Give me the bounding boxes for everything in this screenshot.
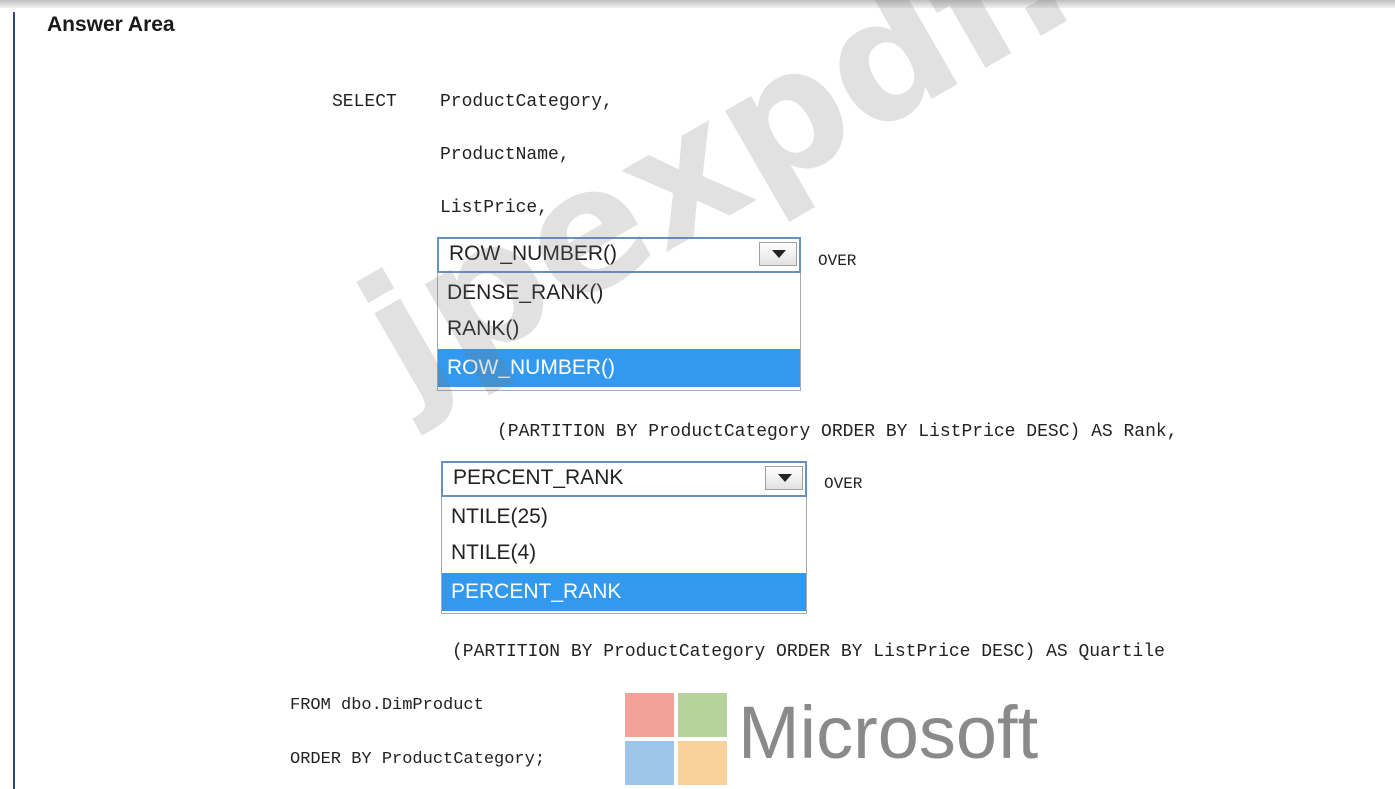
sql-select-keyword: SELECT (332, 92, 397, 112)
dropdown-option-dense-rank[interactable]: DENSE_RANK() (438, 275, 800, 311)
logo-square-blue (625, 741, 674, 785)
sql-over-keyword-1: OVER (818, 252, 857, 270)
answer-area-title: Answer Area (47, 13, 175, 36)
ranking-function-options-list: DENSE_RANK() RANK() ROW_NUMBER() (437, 273, 801, 391)
top-strip (0, 0, 1395, 8)
answer-area-panel (13, 12, 1395, 789)
sql-order-by-clause: ORDER BY ProductCategory; (290, 750, 546, 769)
ranking-function-selected-value: ROW_NUMBER() (449, 242, 617, 265)
microsoft-logo-icon (625, 693, 731, 789)
dropdown-option-row-number[interactable]: ROW_NUMBER() (438, 349, 800, 387)
chevron-down-icon[interactable] (765, 466, 803, 490)
ranking-function-dropdown[interactable]: ROW_NUMBER() DENSE_RANK() RANK() ROW_NUM… (437, 237, 801, 391)
distribution-function-options-list: NTILE(25) NTILE(4) PERCENT_RANK (441, 497, 807, 614)
logo-square-green (678, 693, 727, 737)
dropdown-option-rank[interactable]: RANK() (438, 311, 800, 347)
ranking-function-select[interactable]: ROW_NUMBER() (437, 237, 801, 273)
logo-square-yellow (678, 741, 727, 785)
distribution-function-select[interactable]: PERCENT_RANK (441, 461, 807, 497)
distribution-function-dropdown[interactable]: PERCENT_RANK NTILE(25) NTILE(4) PERCENT_… (441, 461, 807, 614)
sql-col-listprice: ListPrice, (440, 198, 549, 218)
dropdown-option-percent-rank[interactable]: PERCENT_RANK (442, 573, 806, 611)
microsoft-wordmark: Microsoft (738, 691, 1039, 774)
sql-col-productname: ProductName, (440, 145, 570, 165)
sql-from-clause: FROM dbo.DimProduct (290, 696, 484, 715)
sql-col-productcategory: ProductCategory, (440, 92, 613, 112)
sql-partition-clause-quartile: (PARTITION BY ProductCategory ORDER BY L… (452, 642, 1165, 662)
chevron-down-icon[interactable] (759, 242, 797, 266)
sql-partition-clause-rank: (PARTITION BY ProductCategory ORDER BY L… (497, 422, 1178, 442)
dropdown-option-ntile-25[interactable]: NTILE(25) (442, 499, 806, 535)
dropdown-option-ntile-4[interactable]: NTILE(4) (442, 535, 806, 571)
logo-square-red (625, 693, 674, 737)
sql-over-keyword-2: OVER (824, 475, 863, 493)
distribution-function-selected-value: PERCENT_RANK (453, 466, 624, 489)
